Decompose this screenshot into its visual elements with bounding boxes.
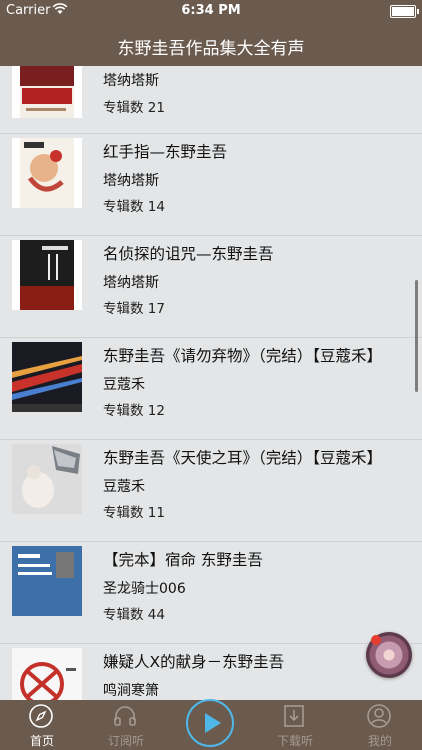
item-count: 专辑数 11 [103, 505, 165, 521]
tab-label: 订阅听 [107, 734, 144, 748]
album-cover [12, 240, 82, 310]
tab-home[interactable]: 首页 [0, 700, 84, 750]
user-icon [367, 704, 391, 728]
album-cover [12, 444, 82, 514]
list-item[interactable]: 红手指—东野圭吾 塔纳塔斯 专辑数 14 [0, 134, 422, 236]
tab-label: 下载听 [276, 734, 313, 748]
album-cover [12, 138, 82, 208]
item-author: 豆蔻禾 [103, 377, 145, 393]
top-bar: Carrier 6:34 PM 东野圭吾作品集大全有声 [0, 0, 422, 66]
list-item[interactable]: 【完本】宿命 东野圭吾 圣龙骑士006 专辑数 44 [0, 542, 422, 644]
page-title: 东野圭吾作品集大全有声 [117, 39, 305, 59]
list-item[interactable]: 东野圭吾《天使之耳》（完结）【豆蔻禾】 豆蔻禾 专辑数 11 [0, 440, 422, 542]
scrollbar[interactable] [415, 280, 418, 392]
item-count: 专辑数 44 [103, 607, 165, 623]
album-cover [12, 66, 82, 118]
item-title: 红手指—东野圭吾 [103, 143, 228, 161]
item-author: 豆蔻禾 [103, 479, 145, 495]
item-title: 东野圭吾《天使之耳》（完结）【豆蔻禾】 [103, 449, 383, 467]
list-item[interactable]: 嫌疑人X的献身－东野圭吾 鸣涧寒箫 [0, 644, 422, 700]
album-cover [12, 546, 82, 616]
item-title: 名侦探的诅咒—东野圭吾 [103, 245, 274, 263]
item-author: 圣龙骑士006 [103, 581, 186, 597]
tab-subscribe[interactable]: 订阅听 [84, 700, 168, 750]
play-button[interactable] [186, 699, 234, 747]
list-item[interactable]: 东野圭吾《请勿弃物》（完结）【豆蔻禾】 豆蔻禾 专辑数 12 [0, 338, 422, 440]
headphones-icon [114, 706, 136, 726]
notification-dot [371, 635, 381, 645]
tab-label: 我的 [367, 734, 392, 748]
item-author: 塔纳塔斯 [103, 173, 159, 189]
album-list[interactable]: 塔纳塔斯 专辑数 21 红手指—东野圭吾 塔纳塔斯 专辑数 14 名侦探的诅咒—… [0, 66, 422, 700]
tab-download[interactable]: 下载听 [253, 700, 337, 750]
item-count: 专辑数 21 [103, 100, 165, 116]
item-title: 【完本】宿命 东野圭吾 [103, 551, 263, 569]
tab-label: 首页 [29, 734, 54, 748]
list-item[interactable]: 塔纳塔斯 专辑数 21 [0, 66, 422, 134]
album-cover [12, 648, 82, 700]
item-author: 鸣涧寒箫 [103, 683, 159, 699]
item-author: 塔纳塔斯 [103, 73, 159, 89]
list-item[interactable]: 名侦探的诅咒—东野圭吾 塔纳塔斯 专辑数 17 [0, 236, 422, 338]
battery-icon [390, 5, 419, 18]
item-title: 东野圭吾《请勿弃物》（完结）【豆蔻禾】 [103, 347, 383, 365]
item-count: 专辑数 17 [103, 301, 165, 317]
item-author: 塔纳塔斯 [103, 275, 159, 291]
item-count: 专辑数 12 [103, 403, 165, 419]
status-bar: Carrier 6:34 PM [0, 0, 422, 22]
download-icon [284, 705, 304, 727]
tab-mine[interactable]: 我的 [338, 700, 422, 750]
item-title: 嫌疑人X的献身－东野圭吾 [103, 653, 285, 671]
record-disc-button[interactable] [366, 632, 412, 678]
clock: 6:34 PM [181, 3, 241, 18]
album-cover [12, 342, 82, 412]
item-count: 专辑数 14 [103, 199, 165, 215]
compass-icon [29, 704, 53, 728]
